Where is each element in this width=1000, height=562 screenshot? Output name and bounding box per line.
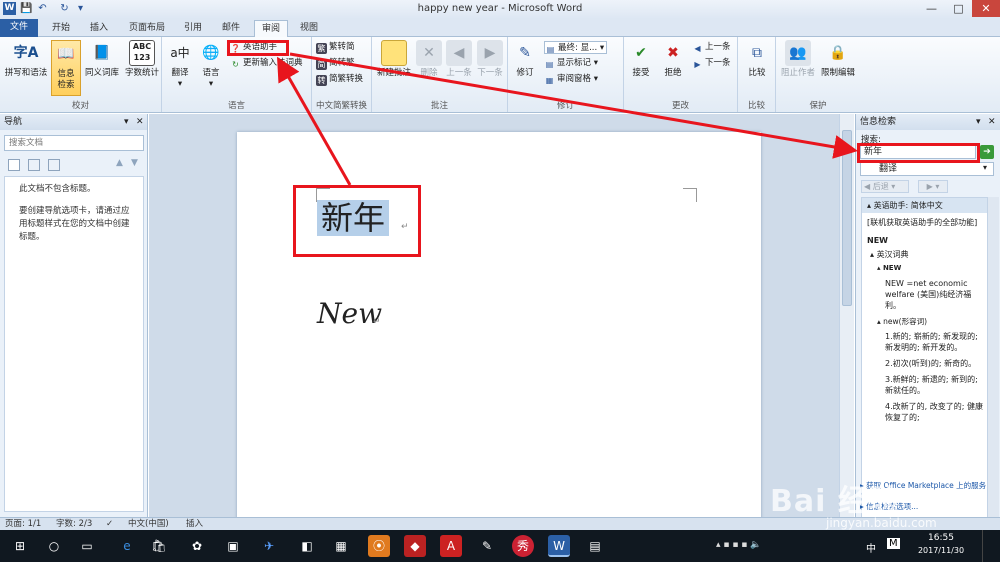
arrow-to-assistant: [277, 56, 352, 186]
arrow-to-research: [289, 52, 858, 159]
watermark-brand: Bai 经验: [770, 484, 900, 519]
watermark-url: jingyan.baidu.com: [826, 516, 937, 530]
